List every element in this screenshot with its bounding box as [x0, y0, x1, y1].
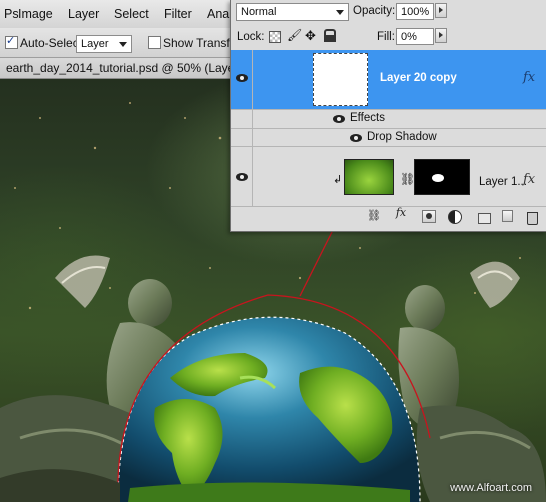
fx-icon[interactable]: fx	[523, 70, 535, 85]
blend-mode-value: Normal	[241, 6, 277, 18]
fill-label: Fill:	[377, 31, 395, 43]
effects-eye-icon[interactable]	[333, 115, 345, 123]
effects-label: Effects	[350, 112, 385, 124]
mask-circle	[426, 213, 432, 219]
menu-item-layer[interactable]: Layer	[68, 7, 99, 21]
visibility-toggle[interactable]	[231, 147, 253, 206]
opacity-slider-button[interactable]	[435, 3, 447, 18]
auto-select-dropdown[interactable]: Layer	[76, 35, 132, 53]
clipping-arrow-icon: ↲	[333, 174, 343, 186]
layer-mask-thumbnail[interactable]	[414, 159, 470, 195]
link-layers-icon[interactable]: ⛓	[367, 210, 381, 223]
show-transform-label: Show Transfor	[163, 36, 241, 50]
auto-select-checkbox[interactable]	[5, 34, 18, 49]
delete-layer-icon[interactable]	[527, 212, 538, 225]
fill-slider-button[interactable]	[435, 28, 447, 43]
opacity-value: 100%	[401, 6, 430, 18]
right-angel-statue	[398, 261, 546, 502]
new-layer-icon[interactable]	[502, 210, 513, 222]
mask-shape	[432, 174, 444, 182]
lock-position-icon[interactable]: ✥	[305, 28, 316, 44]
fill-field[interactable]: 0%	[396, 28, 434, 45]
effects-row[interactable]: Effects	[231, 110, 546, 129]
layer-row-layer-1[interactable]: ↲ ⛓ Layer 1... fx	[231, 147, 546, 207]
fill-value: 0%	[401, 31, 417, 43]
drop-shadow-label: Drop Shadow	[367, 131, 437, 143]
blend-mode-dropdown[interactable]: Normal	[236, 3, 349, 21]
layer-row-layer-20-copy[interactable]: Layer 20 copy fx	[231, 50, 546, 110]
link-icon[interactable]: ⛓	[400, 172, 415, 186]
eye-cell-blank	[231, 129, 253, 146]
auto-select-value: Layer	[81, 38, 109, 50]
menu-item-image[interactable]: Image	[18, 7, 53, 21]
menu-item-analysis[interactable]: Anal	[207, 7, 232, 21]
menu-item-filter[interactable]: Filter	[164, 7, 192, 21]
lock-image-pixels-icon[interactable]: 🖌	[287, 28, 302, 42]
drop-shadow-row[interactable]: Drop Shadow	[231, 129, 546, 147]
watermark: www.Alfoart.com	[450, 482, 532, 494]
eye-cell-blank	[231, 110, 253, 128]
add-mask-icon[interactable]	[422, 210, 436, 223]
lock-label: Lock:	[237, 31, 265, 43]
fx-icon[interactable]: fx	[523, 172, 535, 187]
new-group-icon[interactable]	[478, 213, 491, 224]
layer-thumbnail	[344, 159, 394, 195]
add-layer-style-icon[interactable]: fx	[394, 206, 408, 219]
layers-panel: Normal Opacity: 100% Lock: 🖌 ✥ Fill: 0% …	[230, 0, 546, 232]
opacity-field[interactable]: 100%	[396, 3, 434, 20]
chevron-down-icon	[336, 10, 344, 15]
eye-icon	[236, 173, 248, 181]
layer-name: Layer 1...	[479, 176, 527, 188]
lock-all-icon-body	[324, 35, 336, 42]
document-title: earth_day_2014_tutorial.psd @ 50% (Layer	[6, 61, 239, 75]
menu-item-ps[interactable]: Ps	[4, 7, 19, 21]
opacity-label: Opacity:	[353, 5, 396, 17]
adjustment-layer-icon[interactable]	[448, 210, 462, 224]
menu-item-select[interactable]: Select	[114, 7, 149, 21]
visibility-toggle[interactable]	[231, 50, 253, 109]
chevron-down-icon	[119, 42, 127, 47]
eye-icon	[236, 74, 248, 82]
layer-name: Layer 20 copy	[380, 72, 457, 84]
lock-transparent-pixels-icon[interactable]	[269, 31, 281, 43]
drop-shadow-eye-icon[interactable]	[350, 134, 362, 142]
layer-thumbnail	[313, 53, 368, 106]
show-transform-checkbox[interactable]	[148, 36, 161, 49]
